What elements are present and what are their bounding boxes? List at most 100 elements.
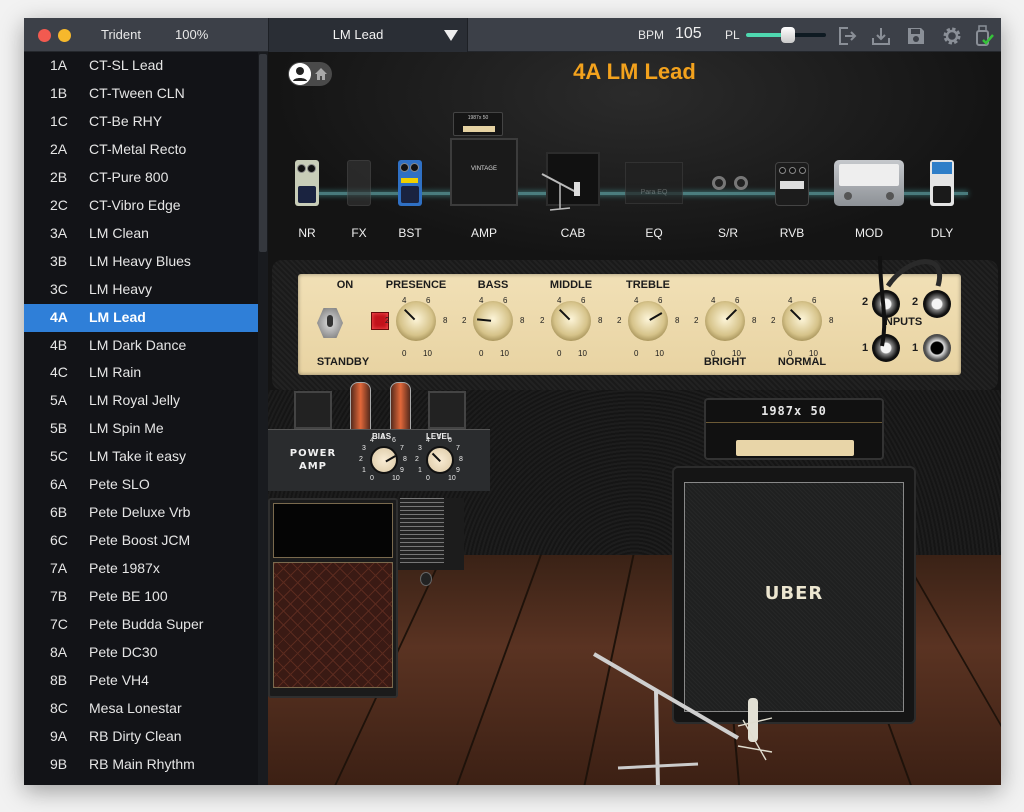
- preset-list-item[interactable]: 6B Pete Deluxe Vrb: [24, 499, 258, 527]
- chain-label-dly[interactable]: DLY: [912, 226, 972, 240]
- middle-label: MIDDLE: [549, 279, 593, 291]
- preset-list-item[interactable]: 4C LM Rain: [24, 359, 258, 387]
- preset-list-item[interactable]: 9B RB Main Rhythm: [24, 751, 258, 779]
- preset-list-scrollbar[interactable]: [258, 52, 268, 785]
- chain-label-eq[interactable]: EQ: [624, 226, 684, 240]
- settings-icon[interactable]: [941, 25, 963, 47]
- scale-2: 2: [771, 316, 776, 325]
- chain-label-rvb[interactable]: RVB: [762, 226, 822, 240]
- preset-name: LM Lead: [89, 308, 146, 325]
- power-amp-label-line1: POWER: [289, 448, 337, 459]
- bright-knob[interactable]: [705, 301, 745, 341]
- save-icon[interactable]: [905, 25, 927, 47]
- pl-label: PL: [725, 28, 740, 42]
- bias-scale-number: 2: [359, 456, 363, 463]
- preset-list-item[interactable]: 6C Pete Boost JCM: [24, 527, 258, 555]
- preset-name: LM Take it easy: [89, 448, 187, 465]
- chain-label-nr[interactable]: NR: [277, 226, 337, 240]
- preset-list-item[interactable]: 4A LM Lead: [24, 303, 258, 332]
- preset-list-item[interactable]: 5B LM Spin Me: [24, 415, 258, 443]
- preset-list-item[interactable]: 8A Pete DC30: [24, 639, 258, 667]
- preset-list-item[interactable]: 2B CT-Pure 800: [24, 164, 258, 192]
- preset-list-item[interactable]: 5A LM Royal Jelly: [24, 387, 258, 415]
- preset-list-item[interactable]: 9A RB Dirty Clean: [24, 723, 258, 751]
- level-scale-number: 5: [437, 434, 441, 441]
- preset-list-item[interactable]: 8B Pete VH4: [24, 667, 258, 695]
- preset-list-item[interactable]: 1A CT-SL Lead: [24, 52, 258, 80]
- amp-head[interactable]: 1987x 50: [704, 398, 884, 460]
- level-scale-number: 3: [417, 445, 422, 452]
- chain-label-mod[interactable]: MOD: [839, 226, 899, 240]
- chain-block-dly[interactable]: [930, 160, 954, 206]
- amp-thumb-cab-label: VINTAGE: [471, 166, 497, 172]
- chain-label-bst[interactable]: BST: [380, 226, 440, 240]
- preset-list-item[interactable]: 1B CT-Tween CLN: [24, 80, 258, 108]
- preset-list-item[interactable]: 3B LM Heavy Blues: [24, 248, 258, 276]
- bpm-label: BPM: [638, 28, 665, 42]
- preset-slot: 1C: [50, 112, 68, 129]
- preset-slot: 2B: [50, 168, 68, 185]
- export-icon[interactable]: [836, 25, 858, 47]
- preset-name: Pete BE 100: [89, 588, 168, 605]
- preset-list-item[interactable]: 3A LM Clean: [24, 220, 258, 248]
- chain-block-sr[interactable]: [708, 176, 758, 200]
- preset-list-item[interactable]: 7C Pete Budda Super: [24, 611, 258, 639]
- preset-list-item[interactable]: 3C LM Heavy: [24, 276, 258, 304]
- zoom-level[interactable]: 100%: [175, 27, 208, 42]
- preset-list-item[interactable]: 7B Pete BE 100: [24, 583, 258, 611]
- import-icon[interactable]: [870, 25, 892, 47]
- preset-name: Mesa Lonestar: [89, 699, 182, 716]
- chain-block-mod[interactable]: [834, 160, 904, 206]
- chain-block-bst[interactable]: [398, 160, 422, 206]
- preset-list-item[interactable]: 5C LM Take it easy: [24, 443, 258, 471]
- preset-dropdown[interactable]: LM Lead: [268, 18, 468, 52]
- chain-label-sr[interactable]: S/R: [698, 226, 758, 240]
- preset-slot: 6A: [50, 476, 68, 493]
- usb-device-connected-icon[interactable]: [973, 25, 995, 47]
- preset-name: Pete DC30: [89, 643, 158, 660]
- power-toggle-switch[interactable]: [317, 308, 343, 338]
- preset-list-item[interactable]: 6A Pete SLO: [24, 471, 258, 499]
- microphone-on-stand[interactable]: [588, 648, 788, 785]
- scale-0: 0: [788, 349, 793, 358]
- normal-knob[interactable]: [782, 301, 822, 341]
- window-minimize-button[interactable]: [58, 29, 71, 42]
- bias-scale-number: 3: [361, 445, 366, 452]
- preset-list-item[interactable]: 1C CT-Be RHY: [24, 108, 258, 136]
- level-scale-number: 6: [448, 436, 452, 444]
- bass-knob[interactable]: [473, 301, 513, 341]
- scale-10: 10: [655, 349, 664, 358]
- bias-knob[interactable]: [370, 446, 398, 474]
- level-knob[interactable]: [426, 446, 454, 474]
- preset-name: LM Heavy: [89, 280, 153, 297]
- chain-label-cab[interactable]: CAB: [543, 226, 603, 240]
- chain-block-cab[interactable]: [541, 152, 600, 211]
- chain-label-amp[interactable]: AMP: [454, 226, 514, 240]
- preset-list-item[interactable]: 2A CT-Metal Recto: [24, 136, 258, 164]
- preset-level-slider[interactable]: [746, 27, 826, 43]
- treble-knob[interactable]: [628, 301, 668, 341]
- presence-knob[interactable]: [396, 301, 436, 341]
- bias-scale-number: 8: [403, 456, 407, 463]
- bpm-value[interactable]: 105: [675, 25, 702, 43]
- preset-slot: 2C: [50, 196, 68, 213]
- scrollbar-thumb[interactable]: [259, 54, 267, 252]
- preset-name: CT-Pure 800: [89, 168, 169, 185]
- chain-block-nr[interactable]: [295, 160, 319, 206]
- power-tube-1: [350, 382, 371, 432]
- preset-list-item[interactable]: 7A Pete 1987x: [24, 555, 258, 583]
- chain-block-fx[interactable]: [347, 160, 371, 206]
- chain-block-eq[interactable]: Para EQ: [625, 162, 683, 204]
- middle-knob[interactable]: [551, 301, 591, 341]
- preset-list-item[interactable]: 8C Mesa Lonestar: [24, 695, 258, 723]
- chain-block-rvb[interactable]: [775, 162, 809, 206]
- preset-list-item[interactable]: 4B LM Dark Dance: [24, 332, 258, 360]
- window-close-button[interactable]: [38, 29, 51, 42]
- knob-pointer: [725, 308, 738, 321]
- chain-block-amp[interactable]: 1987x 50 VINTAGE: [450, 112, 518, 208]
- scale-2: 2: [385, 316, 390, 325]
- preset-slot: 9B: [50, 755, 68, 772]
- slider-thumb[interactable]: [780, 27, 795, 43]
- treble-label: TREBLE: [626, 279, 670, 291]
- preset-list-item[interactable]: 2C CT-Vibro Edge: [24, 192, 258, 220]
